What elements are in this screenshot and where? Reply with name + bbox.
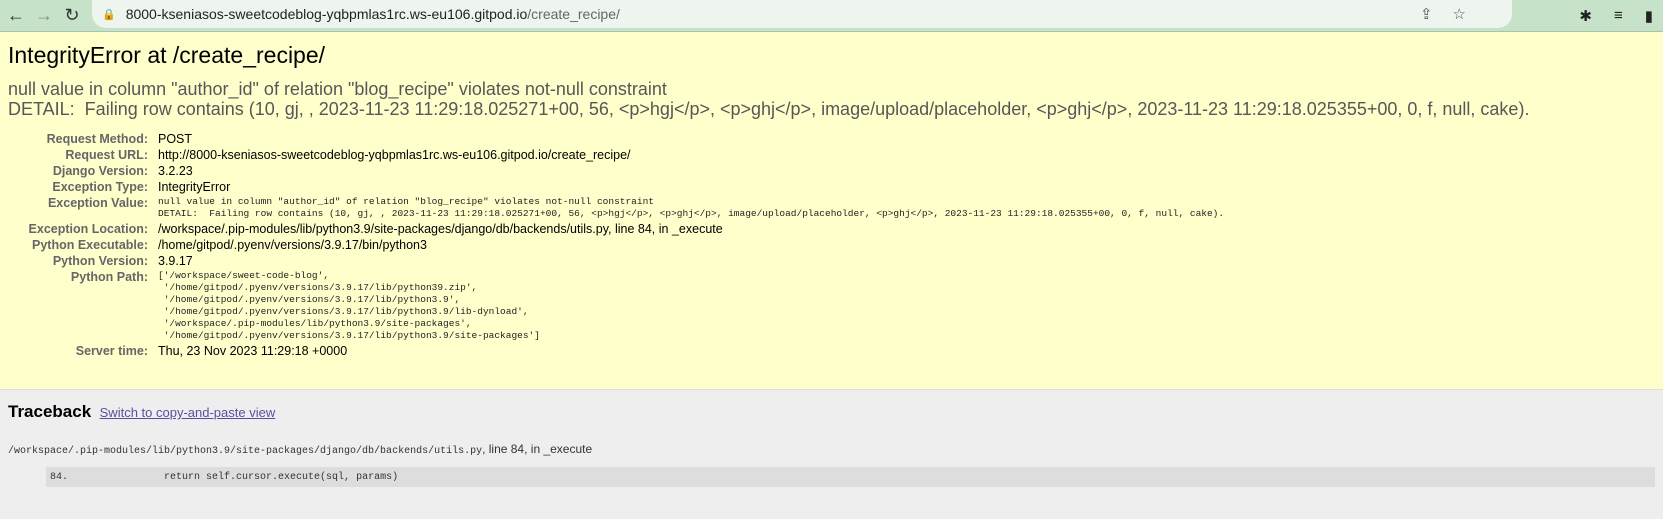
meta-label: Exception Type: [52, 180, 148, 194]
meta-value: 3.2.23 [158, 164, 193, 178]
meta-value: POST [158, 132, 193, 146]
meta-label: Exception Location: [28, 222, 148, 236]
meta-label: Request URL: [65, 148, 148, 162]
exception-message: null value in column "author_id" of rela… [8, 79, 1530, 119]
error-summary: IntegrityError at /create_recipe/ null v… [0, 32, 1663, 390]
frame-file: /workspace/.pip-modules/lib/python3.9/si… [8, 446, 483, 457]
meta-row: Request URL: http://8000-kseniasos-sweetc… [8, 147, 1224, 163]
extensions-icon[interactable]: ✱ [1579, 7, 1592, 25]
meta-label: Request Method: [46, 132, 148, 146]
meta-row: Exception Value: null value in column "au… [8, 195, 1224, 221]
traceback-frame: /workspace/.pip-modules/lib/python3.9/si… [8, 442, 1655, 457]
meta-value: Thu, 23 Nov 2023 11:29:18 +0000 [158, 344, 348, 358]
address-bar[interactable]: 🔒 8000-kseniasos-sweetcodeblog-yqbpmlas1… [92, 0, 1512, 28]
reload-icon[interactable]: ↻ [60, 5, 84, 26]
forward-icon[interactable]: → [32, 5, 56, 26]
meta-label: Python Executable: [32, 238, 148, 252]
url-host: 8000-kseniasos-sweetcodeblog-yqbpmlas1rc… [125, 6, 528, 22]
traceback-heading: Traceback [8, 402, 92, 421]
meta-value: /workspace/.pip-modules/lib/python3.9/si… [158, 222, 723, 236]
meta-label: Django Version: [52, 164, 148, 178]
meta-value: 3.9.17 [158, 254, 193, 268]
meta-value: null value in column "author_id" of rela… [158, 195, 1224, 221]
meta-value-pre: ['/workspace/sweet-code-blog', '/home/gi… [158, 270, 540, 341]
meta-value: /home/gitpod/.pyenv/versions/3.9.17/bin/… [158, 238, 427, 252]
frame-location: , line 84, in _execute [482, 442, 593, 456]
meta-row: Exception Location: /workspace/.pip-modul… [8, 221, 1224, 237]
meta-row: Server time: Thu, 23 Nov 2023 11:29:18 +0… [8, 343, 1224, 359]
line-code: return self.cursor.execute(sql, params) [68, 471, 399, 483]
traceback-section: Traceback Switch to copy-and-paste view … [0, 390, 1663, 499]
bookmark-star-icon[interactable]: ☆ [1453, 5, 1466, 23]
back-icon[interactable]: ← [4, 5, 28, 26]
meta-label: Python Path: [70, 270, 148, 284]
meta-label: Exception Value: [47, 196, 148, 210]
request-meta-table: Request Method: POST Request URL: http://80… [8, 131, 1225, 359]
meta-row: Python Version: 3.9.17 [8, 253, 1224, 269]
meta-row: Python Executable: /home/gitpod/.pyenv/ve… [8, 237, 1224, 253]
meta-row: Django Version: 3.2.23 [8, 163, 1224, 179]
meta-row: Request Method: POST [8, 131, 1224, 147]
meta-value: ['/workspace/sweet-code-blog', '/home/gi… [158, 269, 1224, 343]
meta-row: Python Path: ['/workspace/sweet-code-blog… [8, 269, 1224, 343]
meta-label: Python Version: [52, 254, 148, 268]
meta-row: Exception Type: IntegrityError [8, 179, 1224, 195]
share-icon[interactable]: ⇪ [1420, 5, 1433, 23]
media-control-icon[interactable]: ≡ [1614, 7, 1623, 25]
page-title: IntegrityError at /create_recipe/ [8, 42, 326, 68]
meta-value: http://8000-kseniasos-sweetcodeblog-yqbp… [158, 148, 631, 162]
side-panel-icon[interactable]: ▮ [1645, 7, 1653, 25]
browser-toolbar: ← → ↻ 🔒 8000-kseniasos-sweetcodeblog-yqb… [0, 0, 1663, 32]
line-number: 84. [50, 471, 69, 483]
switch-view-link[interactable]: Switch to copy-and-paste view [100, 405, 276, 420]
url-path: /create_recipe/ [527, 6, 620, 22]
lock-icon: 🔒 [102, 8, 116, 21]
meta-label: Server time: [75, 344, 148, 358]
meta-value-pre: null value in column "author_id" of rela… [158, 196, 1225, 219]
context-line[interactable]: 84. return self.cursor.execute(sql, para… [46, 467, 1655, 487]
meta-value: IntegrityError [158, 180, 231, 194]
